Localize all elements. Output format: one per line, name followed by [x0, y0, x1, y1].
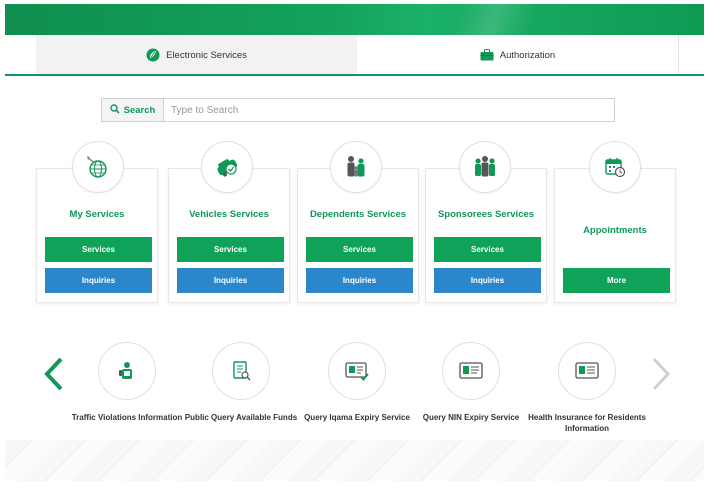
insurance-card-icon — [558, 342, 616, 400]
tab-label: Authorization — [499, 49, 556, 61]
card-title: My Services — [69, 209, 125, 220]
vehicles-inquiries-button[interactable]: Inquiries — [177, 268, 284, 293]
dependents-services-button[interactable]: Services — [306, 237, 413, 262]
search-button-label: Search — [123, 104, 156, 116]
calendar-clock-icon — [589, 141, 641, 193]
bottom-pattern — [5, 440, 704, 481]
card-title: Dependents Services — [309, 209, 407, 220]
traffic-officer-icon — [98, 342, 156, 400]
search-button[interactable]: Search — [102, 99, 164, 121]
tab-electronic-services[interactable]: Electronic Services — [36, 35, 357, 75]
briefcase-icon — [480, 49, 494, 61]
card-title: Appointments — [583, 225, 647, 236]
tab-authorization[interactable]: Authorization — [357, 35, 679, 75]
carousel-item-health-insurance[interactable]: Health Insurance for Residents Informati… — [527, 342, 647, 434]
chevron-left-icon — [44, 357, 64, 396]
carousel-item-nin-expiry[interactable]: Query NIN Expiry Service — [411, 342, 531, 423]
carousel-label: Public Query Available Funds — [184, 413, 298, 422]
vehicles-services-button[interactable]: Services — [177, 237, 284, 262]
carousel-next-button[interactable] — [646, 356, 676, 396]
group-icon — [459, 141, 511, 193]
chevron-right-icon — [651, 357, 671, 396]
leaf-emblem-icon — [146, 48, 160, 62]
service-tabs: Electronic Services Authorization — [36, 35, 679, 75]
page-frame: Electronic Services Authorization Search… — [5, 4, 704, 481]
carousel-item-iqama-expiry[interactable]: Query Iqama Expiry Service — [297, 342, 417, 423]
carousel-item-traffic-violations[interactable]: Traffic Violations Information — [67, 342, 187, 423]
carousel-label: Traffic Violations Information — [71, 413, 183, 422]
family-icon — [330, 141, 382, 193]
sponsorees-services-button[interactable]: Services — [434, 237, 541, 262]
car-check-icon — [201, 141, 253, 193]
sponsorees-inquiries-button[interactable]: Inquiries — [434, 268, 541, 293]
id-card-check-icon — [328, 342, 386, 400]
search-input[interactable] — [164, 99, 614, 121]
carousel-label: Query Iqama Expiry Service — [304, 413, 410, 422]
top-banner — [5, 4, 704, 35]
card-title: Sponsorees Services — [437, 209, 535, 220]
carousel-prev-button[interactable] — [39, 356, 69, 396]
search-icon — [109, 103, 120, 117]
my-services-services-button[interactable]: Services — [45, 237, 152, 262]
dependents-inquiries-button[interactable]: Inquiries — [306, 268, 413, 293]
document-search-icon — [212, 342, 270, 400]
tabs-underline — [5, 74, 704, 76]
tab-label: Electronic Services — [166, 49, 247, 61]
search-bar: Search — [101, 98, 615, 122]
my-services-inquiries-button[interactable]: Inquiries — [45, 268, 152, 293]
carousel-label: Health Insurance for Residents Informati… — [528, 413, 646, 433]
id-card-icon — [442, 342, 500, 400]
globe-icon — [72, 141, 124, 193]
appointments-more-button[interactable]: More — [563, 268, 670, 293]
carousel-label: Query NIN Expiry Service — [422, 413, 520, 422]
carousel-item-public-query-funds[interactable]: Public Query Available Funds — [181, 342, 301, 423]
card-title: Vehicles Services — [189, 209, 269, 220]
